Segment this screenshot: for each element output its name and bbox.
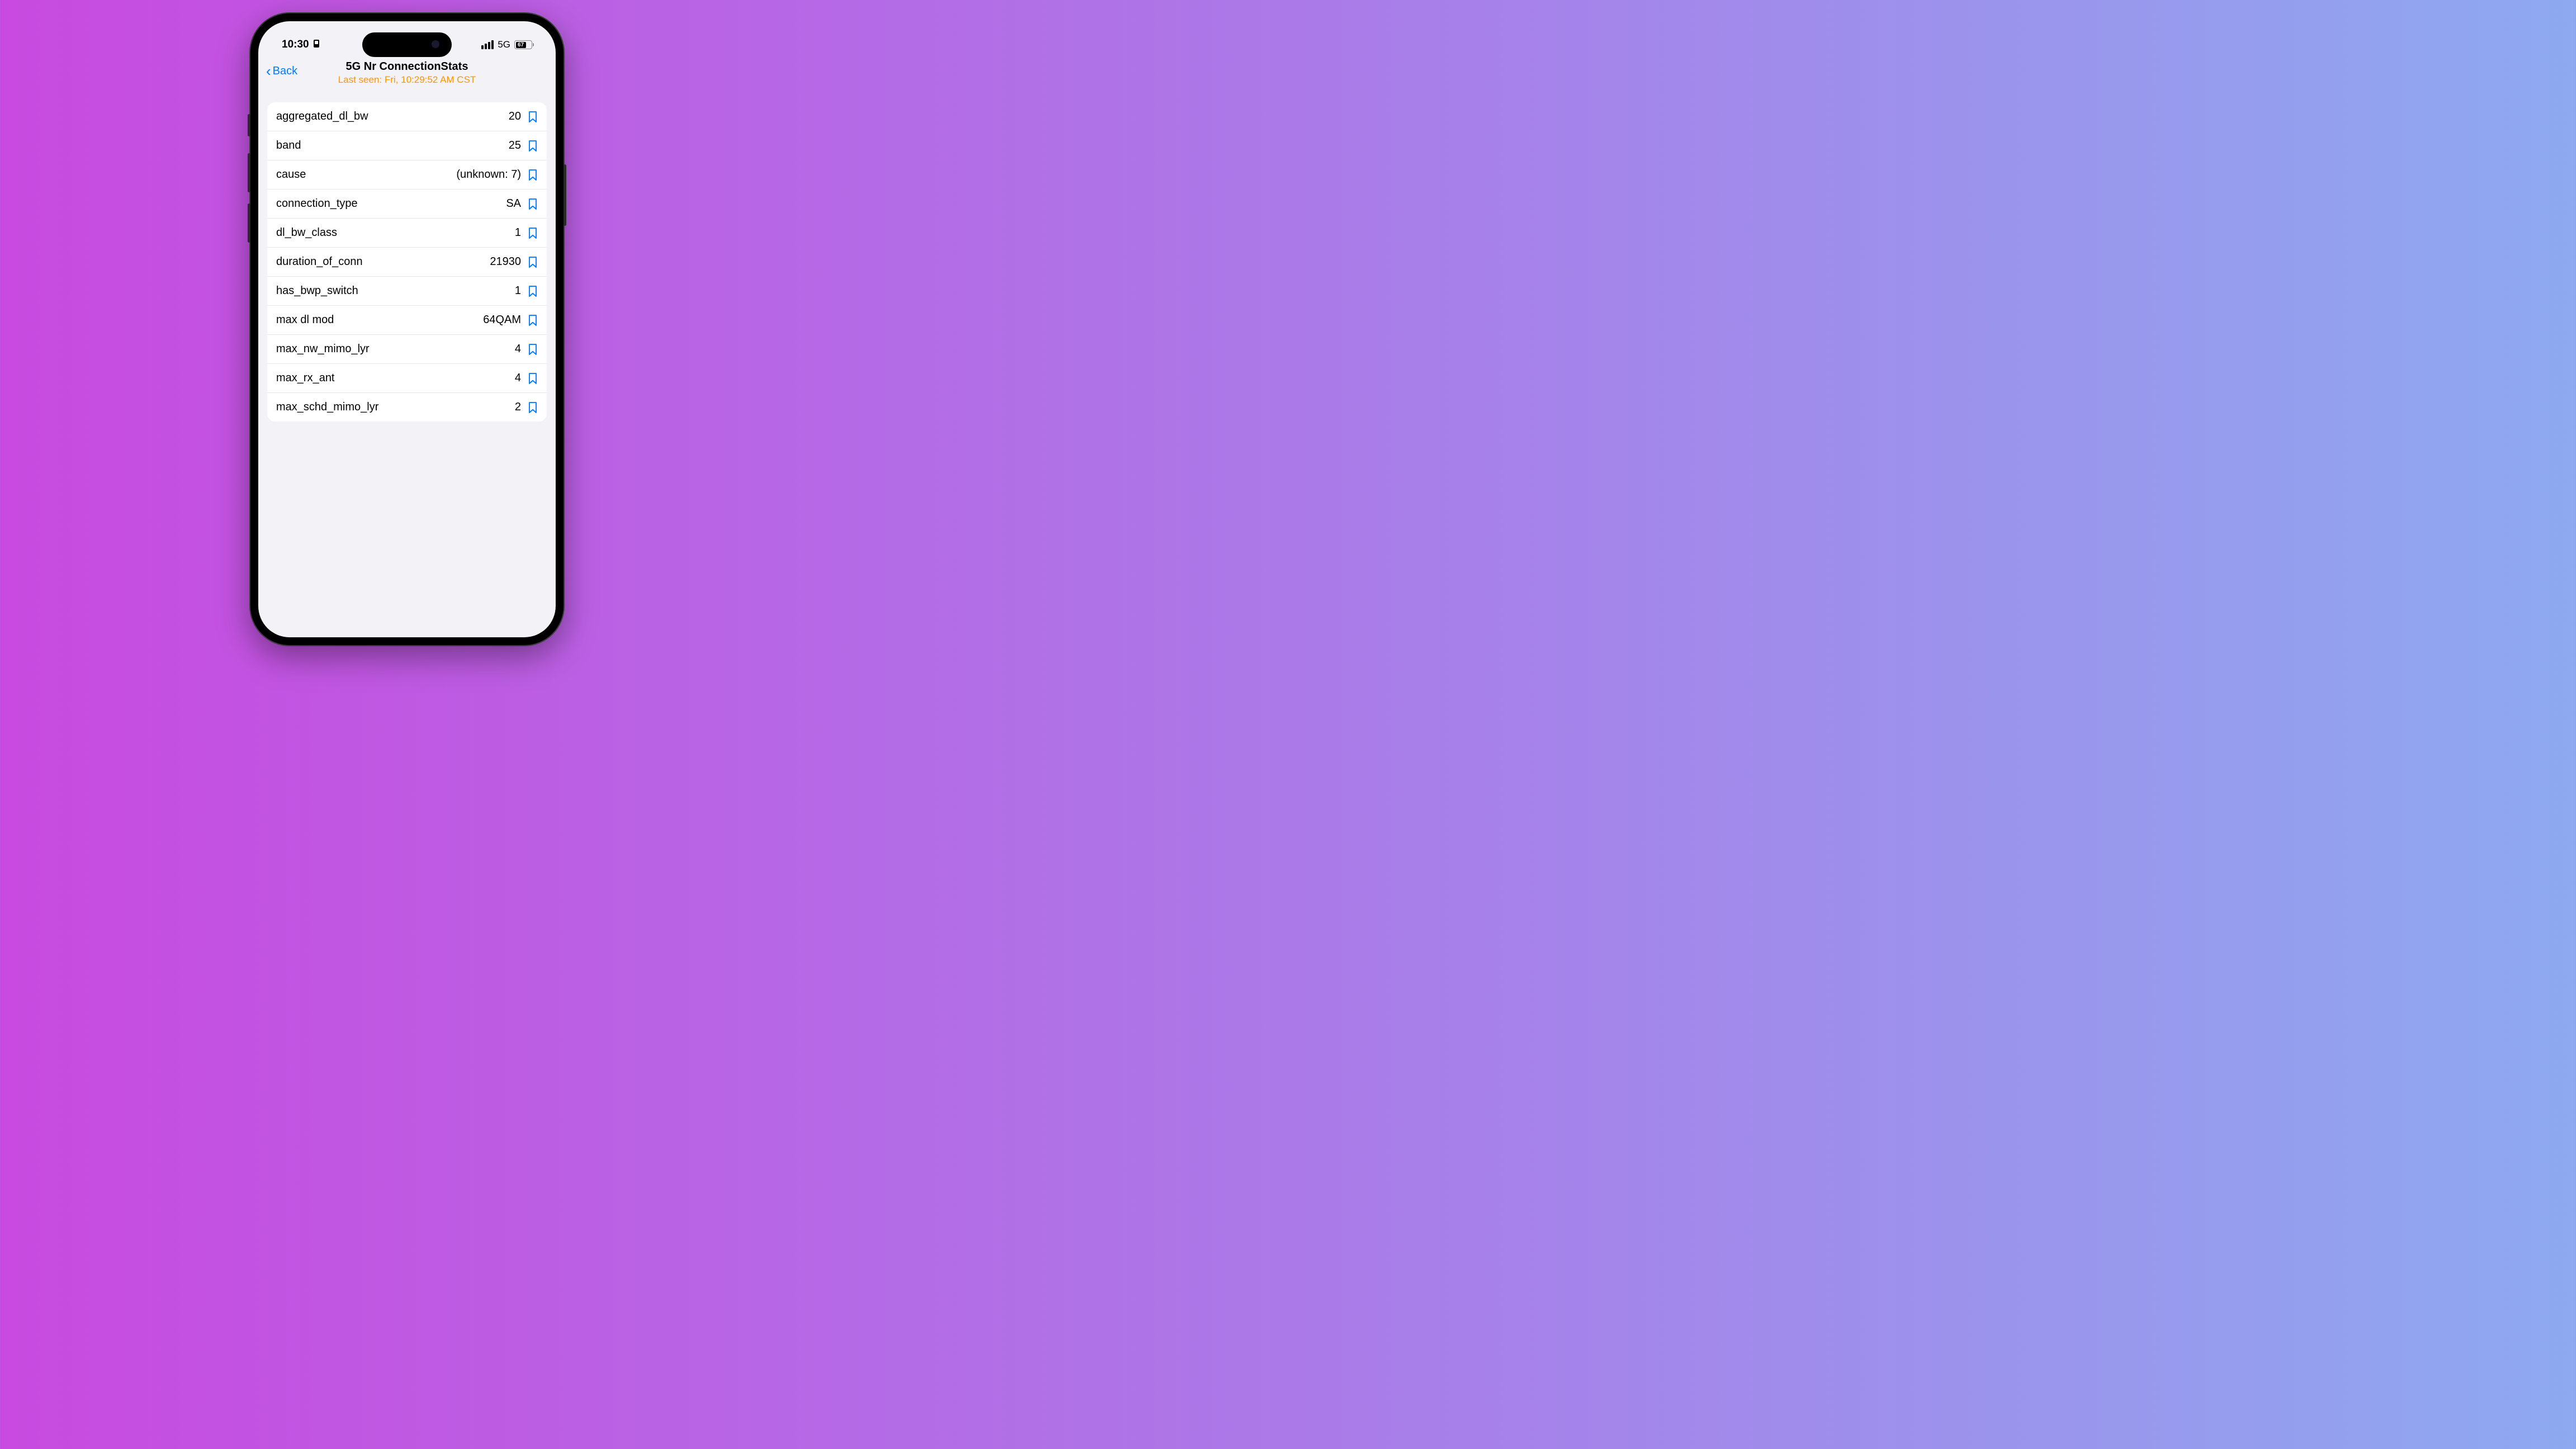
bookmark-icon[interactable] [528,111,538,123]
stat-value: 4 [515,372,521,385]
dynamic-island [362,32,452,57]
bookmark-icon[interactable] [528,256,538,268]
stat-key: dl_bw_class [276,226,515,239]
battery-icon: 67 [514,40,532,49]
bookmark-icon[interactable] [528,285,538,297]
power-button [564,164,566,226]
table-row[interactable]: band25 [267,131,547,160]
table-row[interactable]: max dl mod64QAM [267,306,547,335]
stat-key: max_rx_ant [276,372,515,385]
table-row[interactable]: max_schd_mimo_lyr2 [267,393,547,422]
stat-key: max_schd_mimo_lyr [276,401,515,414]
stat-key: connection_type [276,197,506,210]
screen: 10:30 5G 67 ‹ Back 5G Nr ConnectionStats [258,21,556,637]
stat-value: 2 [515,401,521,414]
stat-value: 1 [515,226,521,239]
stat-value: 21930 [490,255,521,268]
stat-value: (unknown: 7) [456,168,521,181]
stat-key: max_nw_mimo_lyr [276,343,515,356]
stat-key: duration_of_conn [276,255,490,268]
phone-frame: 10:30 5G 67 ‹ Back 5G Nr ConnectionStats [250,13,564,645]
stat-value: 25 [509,139,521,152]
table-row[interactable]: aggregated_dl_bw20 [267,102,547,131]
network-type: 5G [498,39,510,50]
table-row[interactable]: has_bwp_switch1 [267,277,547,306]
back-button[interactable]: ‹ Back [266,64,297,78]
back-label: Back [273,65,297,78]
chevron-left-icon: ‹ [266,64,271,78]
last-seen: Last seen: Fri, 10:29:52 AM CST [267,74,547,86]
stat-value: SA [506,197,521,210]
bookmark-icon[interactable] [528,314,538,326]
signal-icon [481,40,494,49]
table-row[interactable]: dl_bw_class1 [267,219,547,248]
stat-value: 1 [515,285,521,297]
table-row[interactable]: max_nw_mimo_lyr4 [267,335,547,364]
nav-header: ‹ Back 5G Nr ConnectionStats Last seen: … [258,55,556,93]
battery-level: 67 [518,42,524,48]
bookmark-icon[interactable] [528,372,538,385]
stat-key: cause [276,168,456,181]
table-row[interactable]: duration_of_conn21930 [267,248,547,277]
bookmark-icon[interactable] [528,401,538,414]
mute-switch [248,114,250,136]
table-row[interactable]: cause(unknown: 7) [267,160,547,190]
stat-key: aggregated_dl_bw [276,110,509,123]
bookmark-icon[interactable] [528,169,538,181]
bookmark-icon[interactable] [528,227,538,239]
stat-value: 4 [515,343,521,356]
volume-up [248,153,250,192]
status-time: 10:30 [282,39,309,51]
stat-key: max dl mod [276,314,483,326]
page-title: 5G Nr ConnectionStats [267,60,547,73]
stat-key: has_bwp_switch [276,285,515,297]
bookmark-icon[interactable] [528,343,538,356]
stat-value: 64QAM [483,314,521,326]
table-row[interactable]: max_rx_ant4 [267,364,547,393]
bookmark-icon[interactable] [528,198,538,210]
stat-key: band [276,139,509,152]
volume-down [248,203,250,243]
lock-icon [312,39,320,50]
stat-value: 20 [509,110,521,123]
table-row[interactable]: connection_typeSA [267,190,547,219]
bookmark-icon[interactable] [528,140,538,152]
stats-list: aggregated_dl_bw20band25cause(unknown: 7… [267,102,547,422]
